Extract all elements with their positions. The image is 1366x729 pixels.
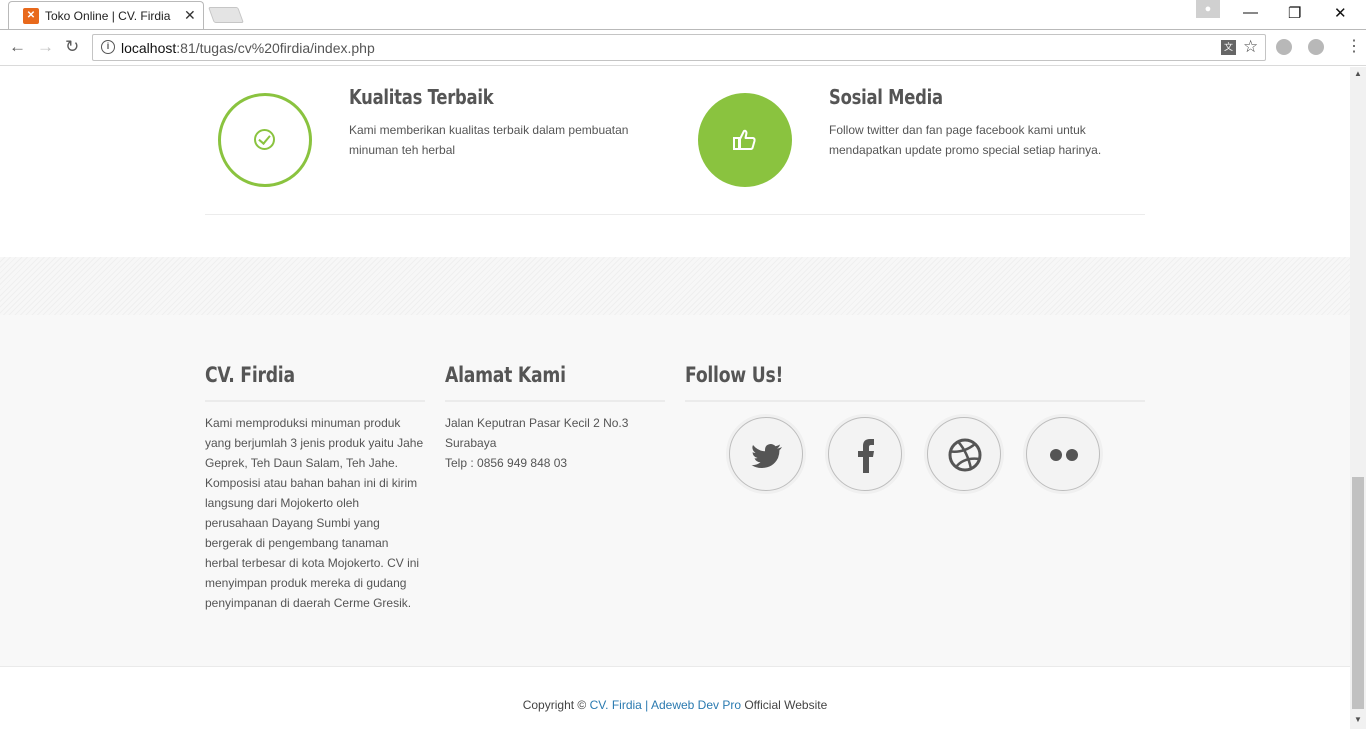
url-text[interactable]: localhost:81/tugas/cv%20firdia/index.php	[121, 40, 375, 56]
profile-icon[interactable]: ●	[1196, 0, 1220, 18]
close-window-icon[interactable]: ✕	[1334, 4, 1347, 22]
company-link[interactable]: CV. Firdia	[590, 698, 642, 712]
address-text: Jalan Keputran Pasar Kecil 2 No.3 Suraba…	[445, 416, 629, 470]
hatched-band	[0, 257, 1350, 315]
feature-title: Kualitas Terbaik	[349, 85, 494, 109]
footer: CV. Firdia Kami memproduksi minuman prod…	[0, 315, 1350, 666]
flickr-icon	[1050, 449, 1078, 461]
extension-globe-icon[interactable]	[1308, 39, 1324, 55]
tab-title: Toko Online | CV. Firdia	[45, 9, 171, 23]
facebook-button[interactable]	[828, 417, 902, 491]
dribbble-icon	[948, 438, 982, 472]
page-scrollbar[interactable]: ▲ ▼	[1350, 67, 1366, 729]
check-circle-icon	[254, 129, 275, 150]
page-viewport: Kualitas Terbaik Kami memberikan kualita…	[0, 67, 1350, 729]
thumbs-up-icon	[733, 129, 756, 150]
scroll-down-icon[interactable]: ▼	[1354, 715, 1362, 724]
xampp-favicon-icon: ✕	[23, 8, 39, 24]
scroll-up-icon[interactable]: ▲	[1354, 69, 1362, 78]
tab-close-icon[interactable]: ✕	[184, 7, 196, 24]
browser-menu-icon[interactable]: ⋮	[1346, 36, 1362, 56]
about-title: CV. Firdia	[205, 363, 295, 387]
back-icon[interactable]: ←	[9, 37, 26, 57]
browser-tab-bar: ✕ Toko Online | CV. Firdia ✕ ● — ❐ ✕	[0, 0, 1366, 30]
quality-circle	[218, 93, 312, 187]
new-tab-button[interactable]	[208, 7, 244, 23]
twitter-button[interactable]	[729, 417, 803, 491]
minimize-icon[interactable]: —	[1243, 4, 1258, 21]
column-rule	[445, 400, 665, 402]
site-info-icon[interactable]: i	[101, 40, 115, 54]
developer-link[interactable]: Adeweb Dev Pro	[651, 698, 741, 712]
copyright-text: Copyright © CV. Firdia | Adeweb Dev Pro …	[522, 698, 828, 712]
feature-description: Follow twitter dan fan page facebook kam…	[829, 123, 1102, 157]
facebook-icon	[858, 439, 874, 473]
translate-icon[interactable]: 文	[1221, 40, 1236, 55]
social-circle	[698, 93, 792, 187]
about-text: Kami memproduksi minuman produk yang ber…	[205, 416, 424, 610]
address-bar[interactable]: i localhost:81/tugas/cv%20firdia/index.p…	[92, 34, 1266, 61]
forward-icon[interactable]: →	[37, 37, 54, 57]
browser-toolbar: ← → ↻ i localhost:81/tugas/cv%20firdia/i…	[0, 30, 1366, 66]
column-rule	[205, 400, 425, 402]
twitter-icon	[751, 444, 782, 468]
follow-title: Follow Us!	[685, 363, 784, 387]
scroll-thumb[interactable]	[1352, 477, 1364, 709]
flickr-button[interactable]	[1026, 417, 1100, 491]
dribbble-button[interactable]	[927, 417, 1001, 491]
section-divider	[205, 214, 1145, 215]
bookmark-star-icon[interactable]: ☆	[1243, 37, 1258, 57]
extension-icon[interactable]	[1276, 39, 1292, 55]
feature-description: Kami memberikan kualitas terbaik dalam p…	[349, 123, 629, 157]
column-rule	[685, 400, 1145, 402]
copyright-bar: Copyright © CV. Firdia | Adeweb Dev Pro …	[0, 666, 1350, 729]
address-title: Alamat Kami	[445, 363, 566, 387]
reload-icon[interactable]: ↻	[65, 37, 79, 57]
restore-icon[interactable]: ❐	[1288, 4, 1301, 22]
feature-title: Sosial Media	[829, 85, 943, 109]
browser-tab[interactable]: ✕ Toko Online | CV. Firdia ✕	[8, 1, 204, 30]
